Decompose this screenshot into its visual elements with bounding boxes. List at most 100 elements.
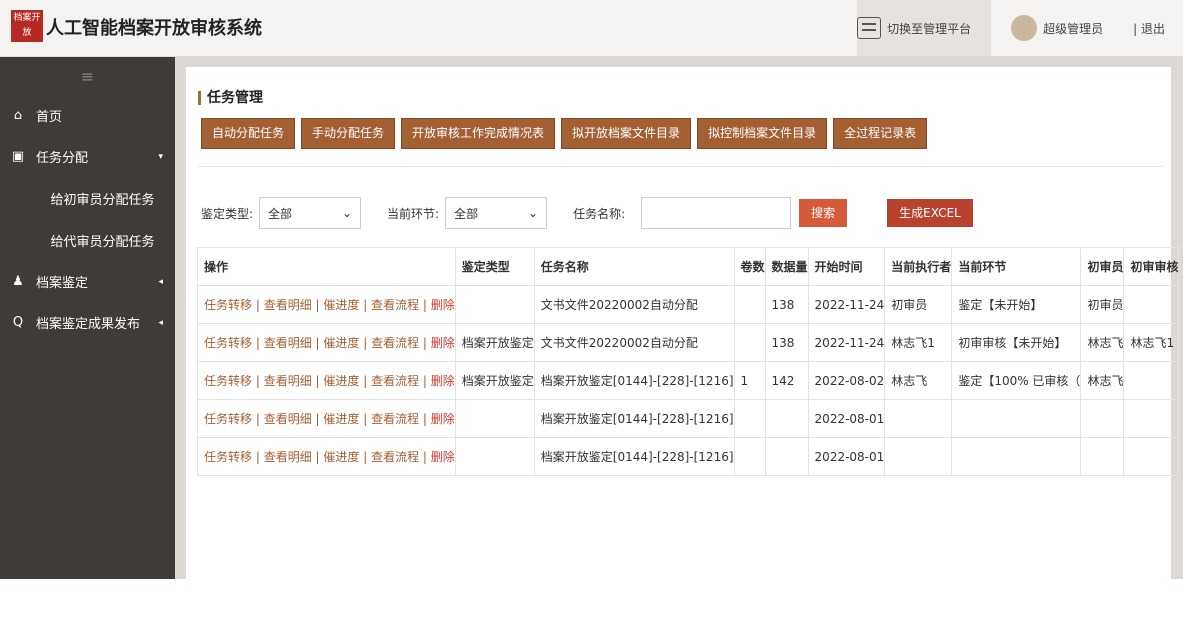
generate-excel-button[interactable]: 生成EXCEL xyxy=(887,199,973,227)
chevron-down-icon: ▾ xyxy=(158,151,163,162)
delete-link[interactable]: 删除 xyxy=(431,298,455,312)
app-logo: 档案开放 xyxy=(11,10,43,42)
sidebar-item-appraisal[interactable]: ♟ 档案鉴定 ◂ xyxy=(0,261,175,302)
menu-toggle-icon[interactable]: ≡ xyxy=(0,57,175,95)
table-cell-executor: 林志飞1 xyxy=(884,323,953,362)
row-action-link[interactable]: 任务转移 xyxy=(204,412,252,426)
delete-link[interactable]: 删除 xyxy=(431,336,455,350)
column-header: 初审员 xyxy=(1080,247,1125,286)
table-cell-start: 2022-08-01 xyxy=(807,399,886,438)
table-cell-reviewer: 林志飞 xyxy=(1080,323,1125,362)
app-title: 人工智能档案开放审核系统 xyxy=(46,18,262,39)
table-cell-start: 2022-11-24 xyxy=(807,285,886,324)
type-filter-select[interactable]: 全部 ⌄ xyxy=(259,197,362,229)
table-cell-stage xyxy=(951,437,1082,476)
top-bar: 档案开放 人工智能档案开放审核系统 切换至管理平台 超级管理员 | 退出 xyxy=(0,0,1183,57)
sidebar-item-home[interactable]: ⌂ 首页 xyxy=(0,95,175,136)
row-actions: 任务转移 | 查看明细 | 催进度 | 查看流程 | 删除 xyxy=(197,361,456,400)
sidebar-subitem-proxy-reviewer[interactable]: 给代审员分配任务 xyxy=(0,219,175,261)
table-cell-name: 档案开放鉴定[0144]-[228]-[1216] xyxy=(533,361,735,400)
row-action-link[interactable]: 查看流程 xyxy=(371,450,419,464)
row-action-link[interactable]: 任务转移 xyxy=(204,374,252,388)
table-cell-count xyxy=(764,437,809,476)
sidebar-item-task-assign[interactable]: ▣ 任务分配 ▾ xyxy=(0,136,175,177)
switch-platform-icon xyxy=(857,17,882,39)
row-action-link[interactable]: 任务转移 xyxy=(204,336,252,350)
column-header: 卷数 xyxy=(733,247,766,286)
column-header: 当前执行者 xyxy=(884,247,953,286)
type-filter-value: 全部 xyxy=(268,206,293,221)
row-action-link[interactable]: 查看明细 xyxy=(264,450,312,464)
sidebar: ≡ ⌂ 首页 ▣ 任务分配 ▾ 给初审员分配任务 给代审员分配任务 ♟ 档案鉴定… xyxy=(0,57,175,579)
row-action-link[interactable]: 查看流程 xyxy=(371,374,419,388)
manual-assign-button[interactable]: 手动分配任务 xyxy=(301,118,396,149)
row-actions: 任务转移 | 查看明细 | 催进度 | 查看流程 | 删除 xyxy=(197,323,456,362)
chevron-left-icon: ◂ xyxy=(158,317,163,328)
table-cell-name: 文书文件20220002自动分配 xyxy=(533,323,735,362)
sidebar-subitem-first-reviewer[interactable]: 给初审员分配任务 xyxy=(0,177,175,219)
row-action-link[interactable]: 催进度 xyxy=(323,412,359,426)
sidebar-item-label: 任务分配 xyxy=(36,151,89,166)
delete-link[interactable]: 删除 xyxy=(431,450,455,464)
table-cell-check xyxy=(1123,285,1180,324)
row-action-link[interactable]: 催进度 xyxy=(323,450,359,464)
separator: | xyxy=(419,412,431,426)
row-action-link[interactable]: 查看流程 xyxy=(371,336,419,350)
separator: | xyxy=(311,336,324,350)
stage-filter-label: 当前环节: xyxy=(387,206,440,221)
control-catalog-button[interactable]: 拟控制档案文件目录 xyxy=(697,118,828,149)
row-action-link[interactable]: 催进度 xyxy=(323,298,359,312)
delete-link[interactable]: 删除 xyxy=(431,374,455,388)
completion-report-button[interactable]: 开放审核工作完成情况表 xyxy=(401,118,556,149)
table-cell-name: 档案开放鉴定[0144]-[228]-[1216] xyxy=(533,437,735,476)
row-action-link[interactable]: 任务转移 xyxy=(204,450,252,464)
separator: | xyxy=(311,450,324,464)
table-cell-volumes xyxy=(733,437,766,476)
separator: | xyxy=(311,374,324,388)
auto-assign-button[interactable]: 自动分配任务 xyxy=(201,118,296,149)
row-action-link[interactable]: 催进度 xyxy=(323,336,359,350)
table-cell-type: 档案开放鉴定 xyxy=(454,323,535,362)
row-action-link[interactable]: 查看明细 xyxy=(264,374,312,388)
row-action-link[interactable]: 查看明细 xyxy=(264,412,312,426)
row-action-link[interactable]: 查看明细 xyxy=(264,336,312,350)
row-action-link[interactable]: 查看流程 xyxy=(371,298,419,312)
table-cell-stage: 鉴定【100% 已审核（ xyxy=(951,361,1082,400)
separator: | xyxy=(419,298,431,312)
table-row: 任务转移 | 查看明细 | 催进度 | 查看流程 | 删除 档案开放鉴定[0144… xyxy=(197,437,1180,476)
chevron-left-icon: ◂ xyxy=(158,276,163,287)
table-cell-reviewer xyxy=(1080,399,1125,438)
column-header: 当前环节 xyxy=(951,247,1082,286)
separator: | xyxy=(419,450,431,464)
table-cell-reviewer xyxy=(1080,437,1125,476)
switch-platform-label: 切换至管理平台 xyxy=(887,21,972,36)
table-header-row: 操作 鉴定类型 任务名称 卷数 数据量 开始时间 当前执行者 当前环节 初审员 … xyxy=(197,247,1180,286)
sidebar-item-label: 档案鉴定 xyxy=(36,276,89,291)
table-cell-executor: 林志飞 xyxy=(884,361,953,400)
separator: | xyxy=(252,336,264,350)
table-cell-type xyxy=(454,399,535,438)
sidebar-item-results-publish[interactable]: Q 档案鉴定成果发布 ◂ xyxy=(0,302,175,343)
open-catalog-button[interactable]: 拟开放档案文件目录 xyxy=(561,118,692,149)
row-action-link[interactable]: 任务转移 xyxy=(204,298,252,312)
table-cell-volumes: 1 xyxy=(733,361,766,400)
process-record-button[interactable]: 全过程记录表 xyxy=(833,118,928,149)
separator: | xyxy=(359,374,372,388)
row-action-link[interactable]: 查看流程 xyxy=(371,412,419,426)
user-menu[interactable]: 超级管理员 xyxy=(991,15,1133,41)
search-button[interactable]: 搜索 xyxy=(799,199,848,227)
row-action-link[interactable]: 查看明细 xyxy=(264,298,312,312)
stage-filter-value: 全部 xyxy=(454,206,479,221)
home-icon: ⌂ xyxy=(13,108,23,123)
table-cell-executor xyxy=(884,437,953,476)
delete-link[interactable]: 删除 xyxy=(431,412,455,426)
task-name-input[interactable] xyxy=(641,197,792,229)
table-cell-type xyxy=(454,437,535,476)
task-table: 操作 鉴定类型 任务名称 卷数 数据量 开始时间 当前执行者 当前环节 初审员 … xyxy=(197,247,1180,628)
stage-filter-select[interactable]: 全部 ⌄ xyxy=(445,197,548,229)
switch-platform-button[interactable]: 切换至管理平台 xyxy=(857,0,992,56)
row-action-link[interactable]: 催进度 xyxy=(323,374,359,388)
table-cell-check xyxy=(1123,437,1180,476)
column-header: 开始时间 xyxy=(807,247,886,286)
logout-link[interactable]: | 退出 xyxy=(1133,20,1183,37)
